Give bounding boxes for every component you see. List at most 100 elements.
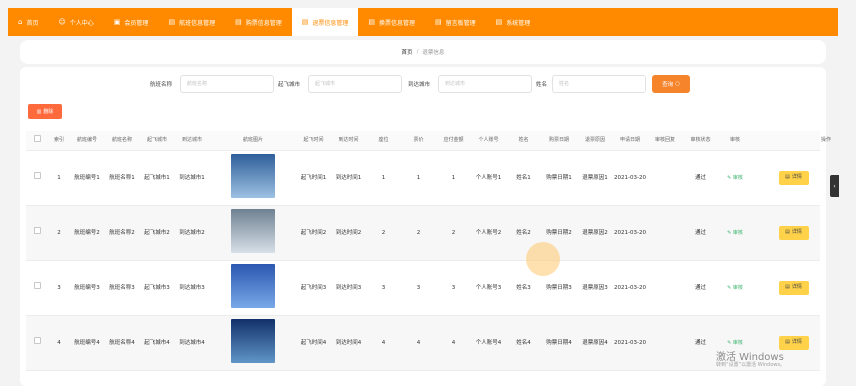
flight-icon: ▤ xyxy=(168,17,176,26)
apply-date-cell: 2021-03-20 xyxy=(614,229,646,236)
row-select-cell xyxy=(26,282,48,293)
nav-item-home[interactable]: ⌂ 首页 xyxy=(8,8,48,36)
nav-item-tickets[interactable]: ▤ 购票信息管理 xyxy=(225,8,292,36)
column-header[interactable]: 航班图片 xyxy=(210,136,296,146)
column-header[interactable]: 到达时间 xyxy=(331,136,366,146)
review-link[interactable]: ✎ 审核 xyxy=(727,340,743,346)
member-icon: ▣ xyxy=(113,17,121,26)
nav-item-members[interactable]: ▣ 会员管理 xyxy=(104,8,159,36)
arrival-city-input[interactable] xyxy=(438,75,532,93)
review-link[interactable]: ✎ 审核 xyxy=(727,175,743,181)
column-header[interactable]: 座位 xyxy=(366,136,401,146)
index-cell: 1 xyxy=(57,174,61,181)
name-label: 姓名 xyxy=(536,82,548,88)
buy-date-cell: 购票日期2 xyxy=(546,229,572,236)
column-header[interactable]: 姓名 xyxy=(506,136,541,146)
dep-city-cell: 起飞城市1 xyxy=(144,174,170,181)
nav-item-exchanges[interactable]: ▤ 换票信息管理 xyxy=(358,8,425,36)
arr-city-cell: 到达城市3 xyxy=(179,284,205,291)
select-all-checkbox[interactable] xyxy=(33,134,41,142)
amount-cell: 4 xyxy=(451,339,456,346)
flight-no-cell: 航班编号2 xyxy=(74,229,100,236)
detail-icon: ▤ xyxy=(785,284,790,291)
column-header[interactable]: 起飞城市 xyxy=(140,136,174,146)
nav-item-label: 会员管理 xyxy=(124,19,149,27)
name-input[interactable] xyxy=(552,75,646,93)
column-header[interactable]: 到达城市 xyxy=(174,136,210,146)
review-link-label: 审核 xyxy=(732,229,743,236)
detail-button[interactable]: ▤ 详情 xyxy=(778,226,809,240)
flight-no-cell: 航班编号3 xyxy=(74,284,100,291)
name-cell: 姓名3 xyxy=(516,284,531,291)
search-button[interactable]: 查询 ○ xyxy=(652,75,690,93)
activation-watermark-subtitle: 转到“设置”以激活 Windows。 xyxy=(716,362,786,368)
column-header[interactable]: 起飞时间 xyxy=(296,136,331,146)
detail-icon: ▤ xyxy=(785,339,790,346)
review-link[interactable]: ✎ 审核 xyxy=(727,285,743,291)
nav-item-label: 航班信息管理 xyxy=(179,19,216,27)
review-link-label: 审核 xyxy=(732,339,743,346)
departure-city-input[interactable] xyxy=(308,75,402,93)
row-checkbox[interactable] xyxy=(33,282,41,290)
row-checkbox[interactable] xyxy=(33,337,41,345)
nav-item-system[interactable]: ▤ 系统管理 xyxy=(486,8,541,36)
column-header[interactable]: 审核回复 xyxy=(647,136,683,146)
flight-name-cell: 航班名称2 xyxy=(109,229,135,236)
nav-item-profile[interactable]: ☺ 个人中心 xyxy=(48,8,103,36)
status-cell: 通过 xyxy=(694,229,706,236)
action-cell: ▤ 详情 xyxy=(752,171,835,185)
column-header[interactable]: 票价 xyxy=(401,136,436,146)
column-header[interactable]: 应付金额 xyxy=(436,136,471,146)
flight-name-input[interactable] xyxy=(180,75,274,93)
column-header[interactable]: 个人账号 xyxy=(471,136,506,146)
search-icon: ○ xyxy=(675,81,680,87)
column-header[interactable]: 申请日期 xyxy=(613,136,647,146)
search-button-label: 查询 xyxy=(662,82,674,88)
row-select-cell xyxy=(26,172,48,183)
review-link[interactable]: ✎ 审核 xyxy=(727,230,743,236)
table-row[interactable]: 3 航班编号3 航班名称3 起飞城市3 到达城市3 起飞时间3 到达时间3 3 … xyxy=(26,261,820,316)
detail-icon: ▤ xyxy=(785,229,790,236)
nav-item-label: 购票信息管理 xyxy=(245,19,282,27)
breadcrumb: 首页 / 退票信息 xyxy=(20,40,826,64)
detail-button-label: 详情 xyxy=(791,229,802,236)
flight-name-label: 航班名称 xyxy=(150,82,173,88)
nav-item-refunds[interactable]: ▤ 退票信息管理 xyxy=(291,8,359,36)
detail-button[interactable]: ▤ 详情 xyxy=(778,281,809,295)
dep-city-cell: 起飞城市3 xyxy=(144,284,170,291)
table-row[interactable]: 2 航班编号2 航班名称2 起飞城市2 到达城市2 起飞时间2 到达时间2 2 … xyxy=(26,206,820,261)
row-checkbox[interactable] xyxy=(33,172,41,180)
delete-button[interactable]: ▥ 删除 xyxy=(28,104,62,119)
table-row[interactable]: 1 航班编号1 航班名称1 起飞城市1 到达城市1 起飞时间1 到达时间1 1 … xyxy=(26,151,820,206)
seat-cell: 2 xyxy=(381,229,386,236)
status-cell: 通过 xyxy=(694,339,706,346)
column-header[interactable]: 购票日期 xyxy=(541,136,577,146)
column-header[interactable]: 审核 xyxy=(718,136,752,146)
name-cell: 姓名1 xyxy=(516,174,531,181)
nav-item-label: 系统管理 xyxy=(506,19,531,27)
nav-item-label: 个人中心 xyxy=(69,19,94,27)
column-header[interactable]: 退票原因 xyxy=(577,136,613,146)
arr-time-cell: 到达时间2 xyxy=(335,229,362,236)
nav-item-messages[interactable]: ▤ 留言板管理 xyxy=(425,8,486,36)
column-header[interactable]: 航班编号 xyxy=(70,136,104,146)
arr-time-cell: 到达时间1 xyxy=(335,174,362,181)
detail-button[interactable]: ▤ 详情 xyxy=(778,171,809,185)
breadcrumb-home[interactable]: 首页 xyxy=(402,48,413,56)
account-cell: 个人账号1 xyxy=(475,174,502,181)
table-row[interactable]: 4 航班编号4 航班名称4 起飞城市4 到达城市4 起飞时间4 到达时间4 4 … xyxy=(26,316,820,371)
name-cell: 姓名2 xyxy=(516,229,531,236)
seat-cell: 4 xyxy=(381,339,386,346)
side-collapse-tab[interactable]: ‹ xyxy=(830,175,839,197)
nav-item-flights[interactable]: ▤ 航班信息管理 xyxy=(158,8,225,36)
ticket-icon: ▤ xyxy=(235,17,242,26)
column-header[interactable]: 审核状态 xyxy=(683,136,718,146)
row-checkbox[interactable] xyxy=(33,227,41,235)
dep-time-cell: 起飞时间3 xyxy=(300,284,327,291)
departure-city-label: 起飞城市 xyxy=(278,82,301,88)
review-cell: ✎ 审核 xyxy=(718,283,752,294)
cursor-highlight xyxy=(526,242,560,276)
detail-icon: ▤ xyxy=(785,174,790,181)
column-header[interactable]: 索引 xyxy=(48,136,70,146)
column-header[interactable]: 航班名称 xyxy=(104,136,140,146)
